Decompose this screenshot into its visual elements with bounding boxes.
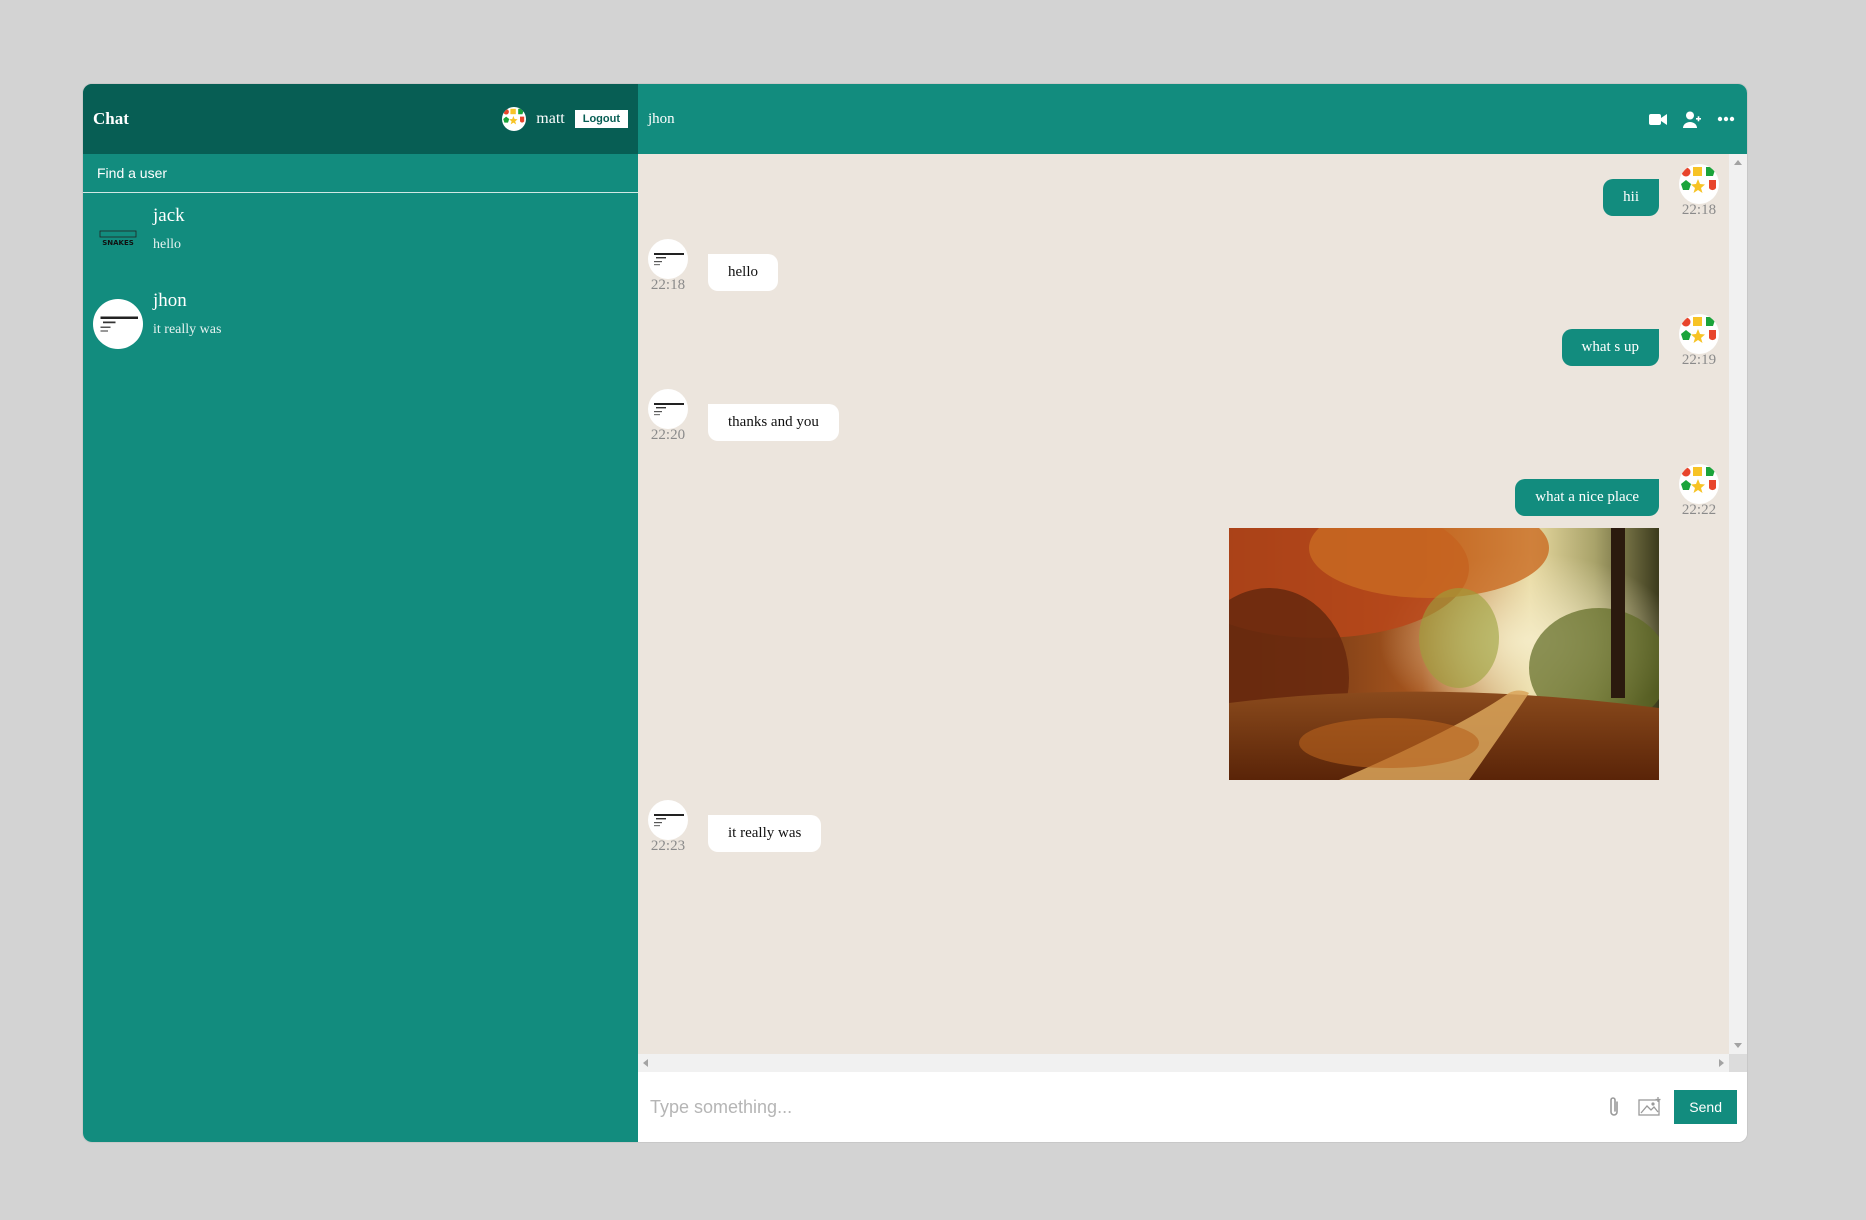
sender-avatar (648, 389, 688, 429)
message-content: what a nice place (1229, 464, 1659, 780)
message-input[interactable] (648, 1095, 1591, 1119)
scroll-down-arrow-icon[interactable] (1734, 1043, 1742, 1048)
send-button[interactable]: Send (1674, 1090, 1737, 1124)
chat-list-item-jhon[interactable]: jhon it really was (83, 278, 638, 363)
message-received: 22:18 hello (648, 239, 1719, 294)
sender-avatar (648, 800, 688, 840)
add-user-icon[interactable] (1681, 108, 1703, 130)
video-camera-icon[interactable] (1647, 108, 1669, 130)
horizontal-scrollbar[interactable] (638, 1054, 1729, 1072)
message-list: 22:18 hii 22:18 hello 22:19 what s up 22… (638, 154, 1729, 1054)
chat-user-name: jhon (153, 290, 187, 311)
sidebar-header: Chat matt Logout (83, 84, 638, 154)
chat-list-item-jack[interactable]: SNAKES jack hello (83, 193, 638, 278)
scroll-left-arrow-icon[interactable] (643, 1059, 648, 1067)
avatar-text: SNAKES (102, 239, 134, 247)
sender-avatar (1679, 164, 1719, 204)
vertical-scrollbar[interactable] (1729, 154, 1747, 1054)
sender-avatar (648, 239, 688, 279)
message-info: 22:23 (648, 800, 688, 855)
message-content: hii (1603, 164, 1659, 219)
user-chat-info: jhon it really was (153, 288, 221, 338)
chat-last-message: it really was (153, 322, 222, 337)
message-info: 22:18 (648, 239, 688, 294)
message-bubble: what a nice place (1515, 479, 1659, 516)
message-content: it really was (708, 800, 822, 855)
chat-app: Chat matt Logout SNAKES jack hello (82, 83, 1748, 1143)
scroll-up-arrow-icon[interactable] (1734, 160, 1742, 165)
current-user-avatar (502, 107, 527, 131)
message-input-bar: Send (638, 1072, 1747, 1142)
message-bubble: it really was (708, 815, 822, 852)
message-info: 22:22 (1679, 464, 1719, 780)
message-time: 22:22 (1681, 502, 1717, 518)
app-logo: Chat (93, 109, 129, 128)
message-image[interactable] (1229, 528, 1659, 780)
message-content: hello (708, 239, 778, 294)
current-user-name: matt (536, 110, 565, 127)
more-options-icon[interactable] (1715, 108, 1737, 130)
message-bubble: hello (708, 254, 778, 291)
message-content: thanks and you (708, 389, 839, 444)
message-received: 22:23 it really was (648, 800, 1719, 855)
scroll-right-arrow-icon[interactable] (1719, 1059, 1724, 1067)
message-time: 22:19 (1681, 352, 1717, 368)
avatar (93, 299, 143, 349)
chat-header: jhon (638, 84, 1747, 154)
message-info: 22:18 (1679, 164, 1719, 219)
message-time: 22:20 (650, 427, 686, 443)
sidebar: Chat matt Logout SNAKES jack hello (83, 84, 638, 1142)
search-input[interactable] (95, 164, 626, 182)
message-info: 22:19 (1679, 314, 1719, 369)
sender-avatar (1679, 464, 1719, 504)
chat-panel: jhon 22:18 hii 22:18 hello 22:19 what s … (638, 84, 1747, 1142)
chat-last-message: hello (153, 237, 181, 252)
message-content: what s up (1561, 314, 1659, 369)
user-search (83, 154, 638, 193)
message-bubble: thanks and you (708, 404, 839, 441)
image-icon[interactable] (1638, 1095, 1662, 1119)
paperclip-icon[interactable] (1602, 1095, 1626, 1119)
sender-avatar (1679, 314, 1719, 354)
message-info: 22:20 (648, 389, 688, 444)
message-time: 22:18 (650, 277, 686, 293)
message-sent: 22:18 hii (648, 164, 1719, 219)
chat-user-name: jack (153, 205, 185, 226)
message-sent: 22:22 what a nice place (648, 464, 1719, 780)
scrollbar-corner (1729, 1054, 1747, 1072)
avatar: SNAKES (93, 214, 143, 264)
logout-button[interactable]: Logout (574, 110, 628, 128)
message-bubble: what s up (1561, 329, 1659, 366)
message-time: 22:23 (650, 838, 686, 854)
message-received: 22:20 thanks and you (648, 389, 1719, 444)
message-time: 22:18 (1681, 202, 1717, 218)
message-sent: 22:19 what s up (648, 314, 1719, 369)
user-chat-info: jack hello (153, 203, 185, 253)
messages-area[interactable]: 22:18 hii 22:18 hello 22:19 what s up 22… (638, 154, 1747, 1072)
message-bubble: hii (1603, 179, 1659, 216)
chat-title: jhon (648, 110, 675, 127)
